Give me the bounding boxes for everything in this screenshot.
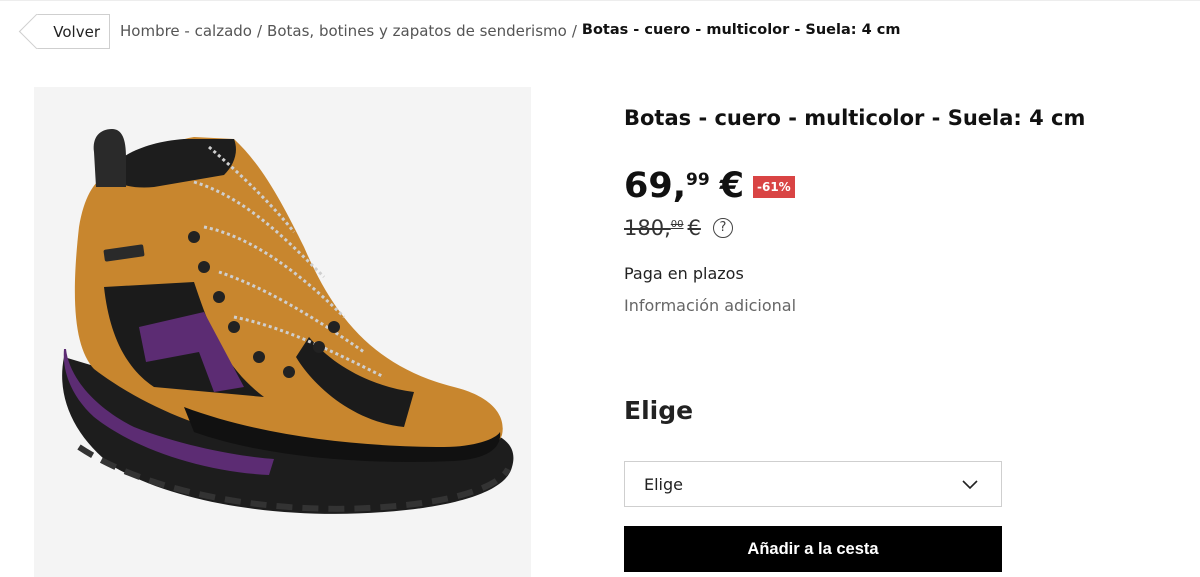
size-select[interactable]: Elige	[624, 461, 1002, 507]
price-integer: 69,	[624, 166, 687, 206]
price-cents: 99	[686, 170, 710, 190]
top-divider	[0, 0, 1200, 1]
boot-illustration	[34, 87, 531, 577]
breadcrumb-separator: /	[256, 22, 263, 40]
add-to-cart-button[interactable]: Añadir a la cesta	[624, 526, 1002, 572]
breadcrumb-current: Botas - cuero - multicolor - Suela: 4 cm	[581, 22, 901, 38]
product-image[interactable]	[34, 87, 531, 577]
size-heading: Elige	[624, 396, 694, 425]
old-price-currency: €	[687, 216, 701, 240]
breadcrumb-separator: /	[571, 22, 577, 40]
product-title: Botas - cuero - multicolor - Suela: 4 cm	[624, 106, 1086, 130]
size-select-value: Elige	[644, 474, 683, 494]
old-price-integer: 180,	[624, 216, 671, 240]
breadcrumb-item-boots[interactable]: Botas, botines y zapatos de senderismo	[267, 22, 567, 40]
price-help-icon[interactable]: ?	[713, 218, 733, 238]
back-button[interactable]: Volver	[36, 14, 110, 49]
back-button-label: Volver	[53, 22, 100, 41]
breadcrumb-item-men-footwear[interactable]: Hombre - calzado	[120, 22, 252, 40]
extra-info-link[interactable]: Información adicional	[624, 296, 796, 315]
breadcrumb: Hombre - calzado / Botas, botines y zapa…	[120, 22, 900, 40]
price-currency: €	[719, 166, 745, 206]
old-price: 180, 00 €	[624, 216, 701, 240]
installments-text: Paga en plazos	[624, 264, 744, 283]
discount-badge: -61%	[753, 176, 795, 198]
current-price: 69, 99 €	[624, 166, 744, 206]
chevron-down-icon	[962, 480, 978, 490]
old-price-cents: 00	[670, 219, 684, 230]
